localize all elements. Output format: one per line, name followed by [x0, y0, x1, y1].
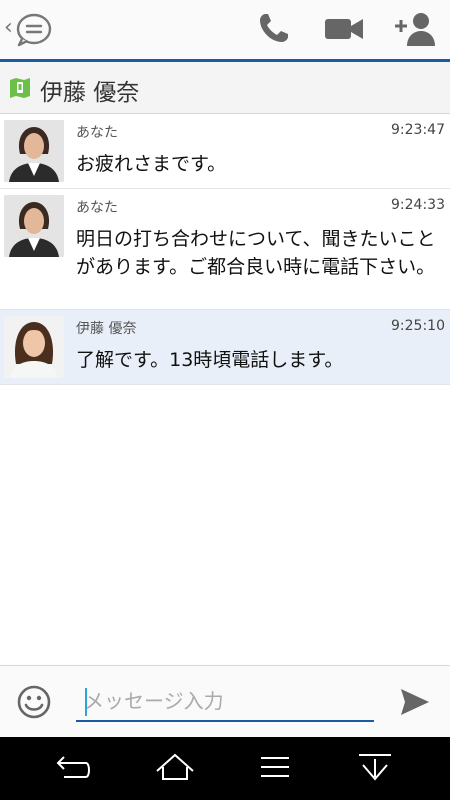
- emoji-icon: [17, 685, 51, 719]
- message-item: あなた 9:23:47 お疲れさまです。: [0, 114, 450, 189]
- message-list[interactable]: あなた 9:23:47 お疲れさまです。 あなた 9:24:33 明日の打ち合わ…: [0, 114, 450, 385]
- message-item: 伊藤 優奈 9:25:10 了解です。13時頃電話します。: [0, 310, 450, 385]
- video-call-button[interactable]: [320, 10, 368, 50]
- message-sender: 伊藤 優奈: [76, 321, 137, 337]
- nav-home-icon: [156, 753, 194, 780]
- text-caret: [85, 688, 87, 716]
- avatar: [4, 316, 64, 378]
- contact-name: 伊藤 優奈: [40, 80, 140, 106]
- avatar: [4, 195, 64, 257]
- message-time: 9:23:47: [391, 122, 445, 138]
- message-text: お疲れさまです。: [76, 153, 227, 175]
- nav-hide-keyboard-icon: [359, 754, 391, 781]
- message-text: 了解です。13時頃電話します。: [76, 349, 344, 371]
- nav-back-icon: [56, 756, 90, 778]
- message-sender: あなた: [76, 125, 118, 141]
- call-button[interactable]: [250, 10, 298, 50]
- phone-icon: [260, 14, 288, 42]
- chat-bubble-icon: [16, 13, 52, 47]
- add-user-icon: [395, 13, 435, 46]
- message-time: 9:24:33: [391, 197, 445, 213]
- compose-bar: [0, 665, 450, 738]
- nav-back-button[interactable]: [42, 749, 102, 789]
- nav-home-button[interactable]: [145, 749, 205, 789]
- back-button[interactable]: ‹: [0, 6, 60, 54]
- message-time: 9:25:10: [391, 318, 445, 334]
- nav-menu-icon: [261, 757, 289, 777]
- avatar: [4, 120, 64, 182]
- nav-hide-keyboard-button[interactable]: [345, 749, 405, 789]
- status-icon: [8, 76, 32, 104]
- action-bar: ‹: [0, 0, 450, 62]
- emoji-button[interactable]: [16, 684, 52, 724]
- system-nav-bar: [0, 737, 450, 800]
- send-button[interactable]: [398, 686, 432, 722]
- message-item: あなた 9:24:33 明日の打ち合わせについて、聞きたいことがあります。ご都合…: [0, 189, 450, 310]
- message-text: 明日の打ち合わせについて、聞きたいことがあります。ご都合良い時に電話下さい。: [76, 228, 436, 278]
- send-icon: [401, 689, 429, 715]
- video-camera-icon: [325, 19, 363, 39]
- add-user-button[interactable]: [390, 10, 438, 50]
- message-sender: あなた: [76, 200, 118, 216]
- back-chevron-icon: ‹: [4, 15, 13, 40]
- nav-menu-button[interactable]: [245, 749, 305, 789]
- contact-header: 伊藤 優奈: [0, 62, 450, 114]
- message-input[interactable]: [76, 682, 374, 722]
